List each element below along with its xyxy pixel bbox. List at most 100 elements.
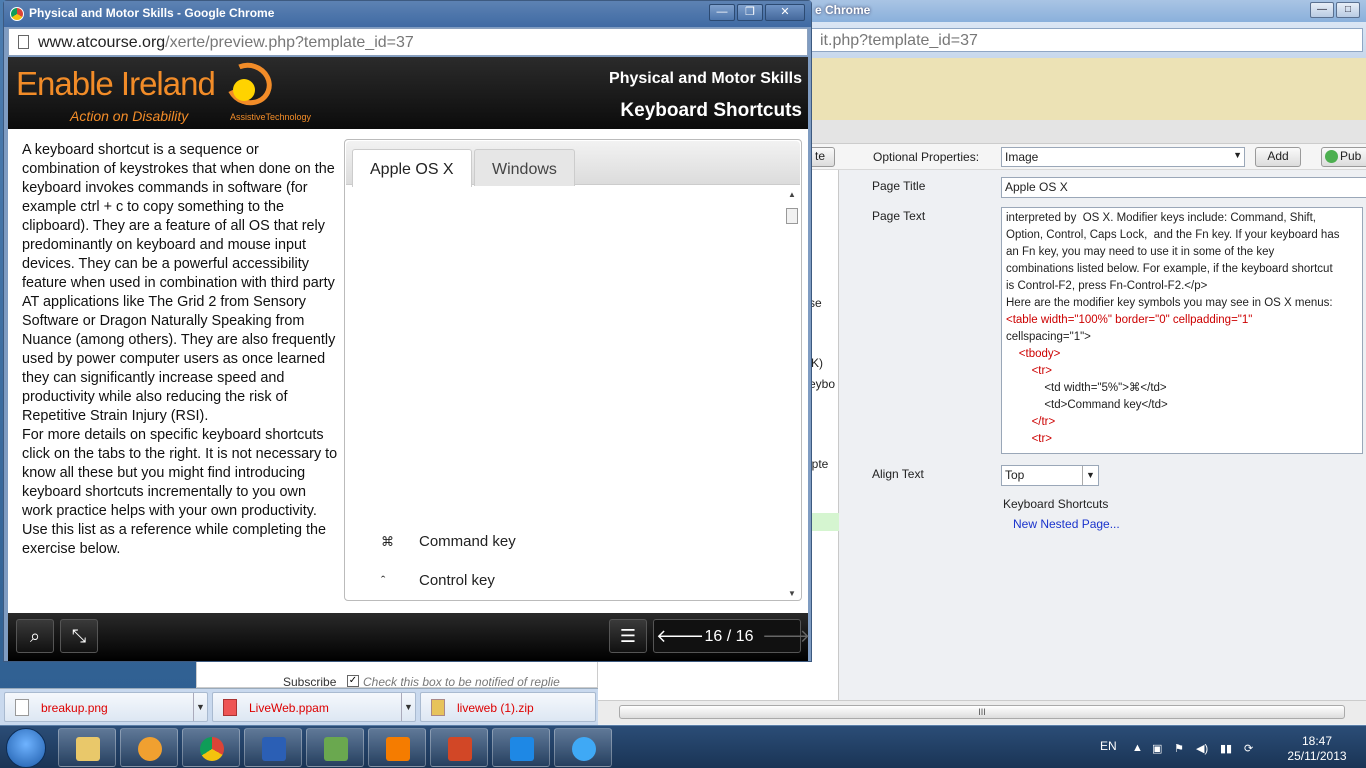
restore-icon[interactable]: ❐ xyxy=(737,4,763,21)
code-line: Here are the modifier key symbols you ma… xyxy=(1006,297,1333,309)
device-icon[interactable]: ▣ xyxy=(1152,742,1162,755)
previous-page-button[interactable]: 🡐 xyxy=(656,620,704,652)
word-taskbar-icon[interactable] xyxy=(244,728,302,767)
new-nested-page-link[interactable]: New Nested Page... xyxy=(1013,517,1120,531)
next-page-button[interactable]: 🡒 xyxy=(762,620,810,652)
enable-ireland-logo-text: Enable Ireland xyxy=(16,65,216,102)
globe-icon xyxy=(1325,150,1338,163)
system-tray: EN ▲ ▣ ⚑ ◀) ▮▮ ⟳ 18:47 25/11/2013 xyxy=(1092,726,1366,768)
download-item[interactable]: breakup.png ▼ xyxy=(4,692,208,722)
network-icon[interactable]: ▮▮ xyxy=(1220,742,1232,755)
clock-date: 25/11/2013 xyxy=(1287,749,1347,763)
code-line: <tr> xyxy=(1006,365,1053,377)
optional-properties-select[interactable]: Image ▼ xyxy=(1001,147,1245,167)
language-indicator[interactable]: EN xyxy=(1100,739,1117,753)
subscribe-label: Subscribe xyxy=(283,675,337,689)
internet-explorer-taskbar-icon[interactable] xyxy=(554,728,612,767)
code-line: is Control-F2, press Fn-Control-F2.</p> xyxy=(1006,280,1208,292)
chrome-icon xyxy=(10,7,24,21)
logo-tagline: Action on Disability xyxy=(70,108,189,124)
page-icon xyxy=(18,35,29,49)
code-line: combinations listed below. For example, … xyxy=(1006,263,1333,275)
powerpoint-file-icon xyxy=(223,699,237,716)
code-line: Option, Control, Caps Lock, and the Fn k… xyxy=(1006,229,1340,241)
paragraph-block: A keyboard shortcut is a sequence or com… xyxy=(22,142,336,424)
taskbar: EN ▲ ▣ ⚑ ◀) ▮▮ ⟳ 18:47 25/11/2013 xyxy=(0,725,1366,768)
editor-taskbar-icon[interactable] xyxy=(306,728,364,767)
show-hidden-icons-icon[interactable]: ▲ xyxy=(1132,742,1143,754)
add-button[interactable]: Add xyxy=(1255,147,1301,167)
subscribe-checkbox-text: Check this box to be notified of replie xyxy=(363,675,560,689)
explorer-taskbar-icon[interactable] xyxy=(58,728,116,767)
code-line: <td width="5%">⌘</td> xyxy=(1006,382,1167,394)
popup-window-title: Physical and Motor Skills - Google Chrom… xyxy=(29,6,275,20)
download-item[interactable]: LiveWeb.ppam ▼ xyxy=(212,692,416,722)
page-title: Keyboard Shortcuts xyxy=(620,100,802,121)
scrollbar-thumb[interactable] xyxy=(786,208,798,224)
minimize-icon[interactable]: — xyxy=(1310,2,1334,18)
scrollbar-thumb[interactable]: III xyxy=(619,705,1345,719)
page-title-label: Page Title xyxy=(872,179,926,193)
code-line: </tr> xyxy=(1006,416,1056,428)
keyboard-shortcuts-node[interactable]: Keyboard Shortcuts xyxy=(1003,497,1108,511)
control-key-symbol: ˆ xyxy=(381,573,386,588)
code-line: <tbody> xyxy=(1006,348,1061,360)
chevron-down-icon[interactable]: ▼ xyxy=(401,693,415,721)
subscribe-checkbox[interactable]: ✓ xyxy=(347,675,359,687)
intro-paragraph: A keyboard shortcut is a sequence or com… xyxy=(22,141,338,559)
logo-dot-icon xyxy=(233,79,255,101)
minimize-icon[interactable]: — xyxy=(709,4,735,21)
code-line: <tr> xyxy=(1006,433,1053,445)
chrome-taskbar-icon[interactable] xyxy=(182,728,240,767)
zoom-icon[interactable]: ⌕ xyxy=(16,619,54,653)
maximize-icon[interactable]: □ xyxy=(1336,2,1360,18)
clock[interactable]: 18:47 25/11/2013 xyxy=(1282,734,1352,764)
key-row: ˆ Control key xyxy=(381,572,495,589)
tab-windows[interactable]: Windows xyxy=(474,149,575,186)
tab-bar: Apple OS X Windows xyxy=(346,141,800,187)
file-icon xyxy=(15,699,29,716)
align-text-label: Align Text xyxy=(872,467,924,481)
side-fragment: K) xyxy=(811,356,823,370)
start-button[interactable] xyxy=(6,728,46,768)
page-title-input[interactable]: Apple OS X xyxy=(1001,177,1366,198)
chevron-down-icon: ▼ xyxy=(1233,150,1242,160)
tab-panel-scrollbar[interactable]: ▲ ▼ xyxy=(785,190,799,598)
page-text-label: Page Text xyxy=(872,209,926,223)
tab-apple-os-x[interactable]: Apple OS X xyxy=(352,149,472,187)
sync-icon[interactable]: ⟳ xyxy=(1244,742,1253,755)
code-line: <td>Command key</td> xyxy=(1006,399,1168,411)
page-navigation: 🡐 16 / 16 🡒 xyxy=(653,619,810,653)
code-line: <table width="100%" border="0" cellpaddi… xyxy=(1006,314,1253,326)
popup-url[interactable]: www.atcourse.org/xerte/preview.php?templ… xyxy=(38,34,414,52)
powerpoint-taskbar-icon[interactable] xyxy=(430,728,488,767)
popup-title-bar[interactable]: Physical and Motor Skills - Google Chrom… xyxy=(4,1,811,27)
page-text-editor[interactable]: interpreted by OS X. Modifier keys inclu… xyxy=(1001,207,1363,454)
close-icon[interactable]: ✕ xyxy=(765,4,805,21)
align-text-select[interactable]: Top ▼ xyxy=(1001,465,1099,486)
download-item[interactable]: liveweb (1).zip xyxy=(420,692,596,722)
publish-button[interactable]: Pub xyxy=(1321,147,1366,167)
chevron-down-icon: ▼ xyxy=(1082,466,1098,485)
feather-app-taskbar-icon[interactable] xyxy=(492,728,550,767)
clock-time: 18:47 xyxy=(1301,734,1333,748)
volume-icon[interactable]: ◀) xyxy=(1196,742,1208,755)
lesson-header: Enable Ireland Action on Disability Assi… xyxy=(8,56,808,129)
chevron-down-icon[interactable]: ▼ xyxy=(193,693,207,721)
exit-fullscreen-icon[interactable]: ⤡ xyxy=(60,619,98,653)
page-indicator: 16 / 16 xyxy=(704,628,754,645)
key-label: Control key xyxy=(419,572,495,589)
back-window-title: e Chrome xyxy=(815,3,871,17)
media-player-taskbar-icon[interactable] xyxy=(120,728,178,767)
flag-icon[interactable]: ⚑ xyxy=(1174,742,1184,755)
xampp-taskbar-icon[interactable] xyxy=(368,728,426,767)
back-horizontal-scrollbar[interactable]: III xyxy=(597,700,1366,724)
popup-browser-window[interactable]: Physical and Motor Skills - Google Chrom… xyxy=(3,0,812,662)
table-of-contents-icon[interactable]: ☰ xyxy=(609,619,647,653)
scroll-down-icon[interactable]: ▼ xyxy=(788,589,796,598)
popup-address-bar[interactable]: www.atcourse.org/xerte/preview.php?templ… xyxy=(8,28,808,56)
lesson-content: Enable Ireland Action on Disability Assi… xyxy=(8,56,810,661)
code-line: cellspacing="1"> xyxy=(1006,331,1091,343)
tab-panel: Apple OS X Windows ▲ ▼ ⌘ Command key ˆ Con… xyxy=(344,139,802,601)
scroll-up-icon[interactable]: ▲ xyxy=(788,190,796,199)
